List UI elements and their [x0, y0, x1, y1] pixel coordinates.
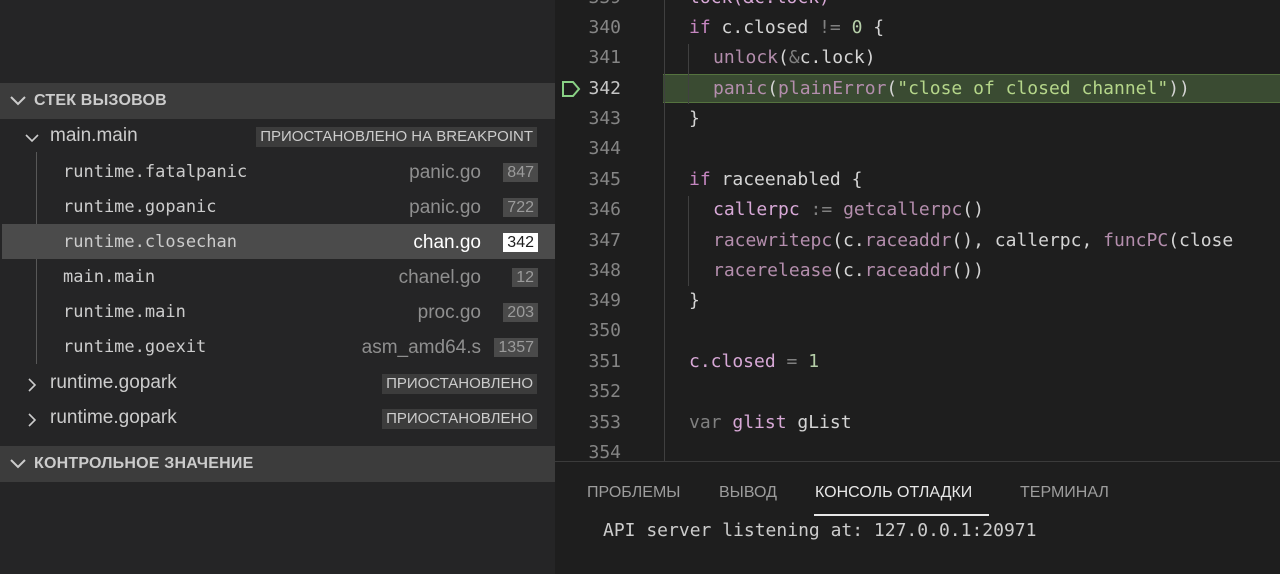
frame-file: panic.go: [409, 162, 481, 183]
tab-debug-console[interactable]: КОНСОЛЬ ОТЛАДКИ: [815, 484, 972, 502]
code-line: 352: [555, 377, 1280, 407]
chevron-right-icon: [28, 378, 37, 392]
stack-frame-row-selected[interactable]: runtime.closechan chan.go 342: [2, 224, 555, 259]
code-line-current: 342 panic(plainError("close of closed ch…: [555, 74, 1280, 104]
line-number: 354: [588, 442, 621, 461]
line-number: 351: [588, 351, 621, 372]
tab-output[interactable]: ВЫВОД: [719, 484, 777, 502]
line-number: 342: [588, 78, 621, 99]
code-text: panic(plainError("close of closed channe…: [713, 78, 1190, 99]
line-number: 350: [588, 320, 621, 341]
line-number: 346: [588, 199, 621, 220]
thread-state-badge: ПРИОСТАНОВЛЕНО: [382, 374, 537, 394]
stack-frame-row[interactable]: runtime.gopanic panic.go 722: [2, 189, 555, 224]
frame-file: chan.go: [413, 232, 481, 253]
debug-sidebar: СТЕК ВЫЗОВОВ main.main ПРИОСТАНОВЛЕНО НА…: [0, 0, 555, 574]
line-number: 343: [588, 108, 621, 129]
line-number: 348: [588, 260, 621, 281]
code-line: 343 }: [555, 104, 1280, 134]
frame-function: runtime.main: [63, 302, 186, 322]
watch-section-header[interactable]: КОНТРОЛЬНОЕ ЗНАЧЕНИЕ: [0, 446, 555, 482]
frame-line-badge: 203: [503, 303, 538, 322]
thread-name: runtime.gopark: [50, 407, 177, 428]
frame-function: runtime.fatalpanic: [63, 162, 248, 182]
code-line: 353 var glist gList: [555, 408, 1280, 438]
code-line: 344: [555, 134, 1280, 164]
code-line: 351 c.closed = 1: [555, 347, 1280, 377]
frame-file: chanel.go: [398, 267, 481, 288]
callstack-title: СТЕК ВЫЗОВОВ: [34, 92, 167, 109]
callstack-section-header[interactable]: СТЕК ВЫЗОВОВ: [0, 83, 555, 119]
bottom-panel: ПРОБЛЕМЫ ВЫВОД КОНСОЛЬ ОТЛАДКИ ТЕРМИНАЛ …: [555, 461, 1280, 574]
tab-problems[interactable]: ПРОБЛЕМЫ: [587, 484, 680, 502]
code-text: if raceenabled {: [689, 169, 863, 190]
active-tab-indicator: [814, 514, 989, 516]
line-number: 341: [588, 47, 621, 68]
code-text: }: [689, 290, 700, 311]
code-text: unlock(&c.lock): [713, 47, 876, 68]
frame-line-badge: 12: [512, 268, 538, 287]
line-number: 347: [588, 230, 621, 251]
frame-function: runtime.closechan: [63, 232, 237, 252]
line-number: 339: [555, 0, 621, 8]
code-text: callerpc := getcallerpc(): [713, 199, 984, 220]
code-editor[interactable]: 339 lock(&c.lock) 340 if c.closed != 0 {…: [555, 0, 1280, 461]
watch-title: КОНТРОЛЬНОЕ ЗНАЧЕНИЕ: [34, 455, 254, 472]
thread-row[interactable]: main.main ПРИОСТАНОВЛЕНО НА BREAKPOINT: [0, 119, 555, 154]
code-text: var glist gList: [689, 412, 852, 433]
frame-function: runtime.goexit: [63, 337, 207, 357]
code-line: 350: [555, 316, 1280, 346]
frame-file: asm_amd64.s: [361, 337, 481, 358]
chevron-down-icon: [10, 96, 26, 106]
code-line: 349 }: [555, 286, 1280, 316]
stack-frame-row[interactable]: runtime.fatalpanic panic.go 847: [2, 154, 555, 189]
code-line: 346 callerpc := getcallerpc(): [555, 195, 1280, 225]
line-number: 344: [588, 138, 621, 159]
stack-frame-row[interactable]: runtime.main proc.go 203: [2, 294, 555, 329]
frame-line-badge: 1357: [494, 338, 538, 357]
frame-line-badge: 722: [503, 198, 538, 217]
frame-line-badge: 847: [503, 163, 538, 182]
console-output: API server listening at: 127.0.0.1:20971: [603, 520, 1037, 541]
chevron-right-icon: [28, 413, 37, 427]
thread-row[interactable]: runtime.gopark ПРИОСТАНОВЛЕНО: [0, 366, 555, 401]
line-number: 345: [588, 169, 621, 190]
frame-function: runtime.gopanic: [63, 197, 217, 217]
code-line: 340 if c.closed != 0 {: [555, 13, 1280, 43]
thread-name: main.main: [50, 125, 138, 146]
stack-frame-row[interactable]: runtime.goexit asm_amd64.s 1357: [2, 329, 555, 364]
thread-state-badge: ПРИОСТАНОВЛЕНО: [382, 409, 537, 429]
code-line: 348 racerelease(c.raceaddr()): [555, 256, 1280, 286]
chevron-down-icon: [25, 134, 39, 143]
line-number: 352: [588, 381, 621, 402]
thread-row[interactable]: runtime.gopark ПРИОСТАНОВЛЕНО: [0, 401, 555, 436]
code-line: 345 if raceenabled {: [555, 165, 1280, 195]
code-text: if c.closed != 0 {: [689, 17, 885, 38]
frame-file: proc.go: [417, 302, 481, 323]
frame-file: panic.go: [409, 197, 481, 218]
code-text: }: [689, 108, 700, 129]
code-text: racerelease(c.raceaddr()): [713, 260, 984, 281]
code-line: 354: [555, 438, 1280, 461]
chevron-down-icon: [10, 459, 26, 469]
line-number: 340: [588, 17, 621, 38]
code-line: 339 lock(&c.lock): [555, 0, 1280, 13]
code-line: 341 unlock(&c.lock): [555, 43, 1280, 73]
line-number: 353: [588, 412, 621, 433]
thread-state-badge: ПРИОСТАНОВЛЕНО НА BREAKPOINT: [256, 127, 537, 147]
frame-line-badge: 342: [503, 233, 538, 252]
line-number: 349: [588, 290, 621, 311]
code-text: lock(&c.lock): [689, 0, 830, 8]
code-text: c.closed = 1: [689, 351, 820, 372]
stack-frame-row[interactable]: main.main chanel.go 12: [2, 259, 555, 294]
tab-terminal[interactable]: ТЕРМИНАЛ: [1020, 484, 1109, 502]
frame-function: main.main: [63, 267, 156, 287]
code-text: racewritepc(c.raceaddr(), callerpc, func…: [713, 230, 1234, 251]
code-line: 347 racewritepc(c.raceaddr(), callerpc, …: [555, 226, 1280, 256]
thread-name: runtime.gopark: [50, 372, 177, 393]
